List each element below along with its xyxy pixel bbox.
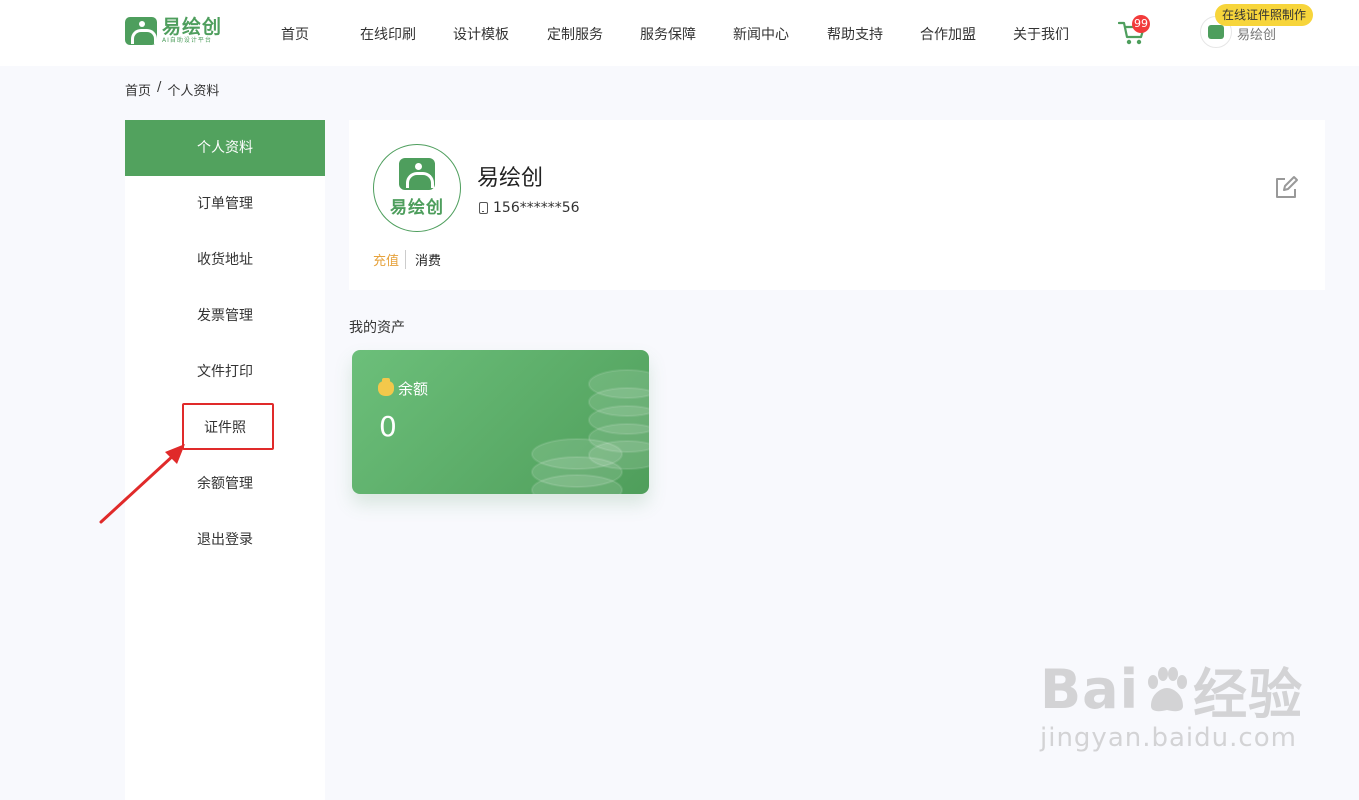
nav-online-print[interactable]: 在线印刷 [360, 24, 416, 44]
profile-card: 易绘创 易绘创 156******56 充值 消费 [349, 120, 1325, 290]
breadcrumb-current: 个人资料 [167, 84, 220, 99]
balance-value: 0 [379, 410, 397, 443]
sidebar-item-invoices[interactable]: 发票管理 [125, 288, 325, 344]
top-header: 易绘创 AI自助设计平台 首页 在线印刷 设计模板 定制服务 服务保障 新闻中心… [0, 0, 1359, 66]
watermark-main: Bai 经验 [1040, 650, 1303, 729]
profile-name: 易绘创 [477, 166, 544, 191]
profile-phone: 156******56 [479, 200, 580, 216]
logo-name: 易绘创 [162, 16, 223, 38]
assets-title: 我的资产 [349, 320, 405, 336]
breadcrumb-home[interactable]: 首页 [125, 80, 151, 99]
breadcrumb-separator: / [157, 80, 162, 95]
breadcrumb: 首页 / 个人资料 [125, 80, 219, 99]
phone-icon [479, 202, 488, 214]
balance-label-text: 余额 [398, 380, 429, 398]
avatar-text: 易绘创 [390, 198, 444, 218]
sidebar-item-orders[interactable]: 订单管理 [125, 176, 325, 232]
balance-card[interactable]: 余额 0 [352, 350, 649, 494]
tab-recharge[interactable]: 充值 [373, 250, 407, 269]
logo-text: 易绘创 AI自助设计平台 [162, 17, 222, 45]
promo-badge[interactable]: 在线证件照制作 [1215, 4, 1314, 26]
nav-help-support[interactable]: 帮助支持 [827, 24, 883, 44]
profile-avatar[interactable]: 易绘创 [373, 144, 461, 232]
balance-label: 余额 [378, 378, 428, 399]
nav-service-guarantee[interactable]: 服务保障 [640, 24, 696, 44]
nav-news-center[interactable]: 新闻中心 [733, 24, 789, 44]
edit-icon[interactable] [1273, 175, 1299, 201]
nav-home[interactable]: 首页 [281, 24, 309, 44]
logo-mark-icon [125, 17, 157, 45]
profile-tabs: 充值 消费 [373, 250, 441, 269]
nav-partnership[interactable]: 合作加盟 [920, 24, 976, 44]
sidebar-item-address[interactable]: 收货地址 [125, 232, 325, 288]
site-logo[interactable]: 易绘创 AI自助设计平台 [125, 17, 222, 45]
baidu-jingyan-watermark: Bai 经验 jingyan.baidu.com [1040, 650, 1303, 753]
cart-count-badge: 99 [1132, 15, 1150, 33]
watermark-url: jingyan.baidu.com [1040, 723, 1297, 753]
money-bag-icon [378, 378, 394, 396]
sidebar-item-profile[interactable]: 个人资料 [125, 120, 325, 176]
paw-icon [1148, 666, 1188, 711]
nav-about-us[interactable]: 关于我们 [1013, 24, 1069, 44]
logo-subtitle: AI自助设计平台 [162, 37, 212, 44]
phone-number: 156******56 [493, 200, 580, 216]
user-name[interactable]: 易绘创 [1237, 24, 1276, 43]
annotation-highlight-box [182, 403, 274, 450]
sidebar-item-file-print[interactable]: 文件打印 [125, 344, 325, 400]
nav-custom-service[interactable]: 定制服务 [547, 24, 603, 44]
tab-consume[interactable]: 消费 [406, 250, 441, 269]
avatar-logo-icon [399, 158, 435, 190]
annotation-arrow-icon [99, 444, 185, 524]
coins-icon [531, 369, 649, 494]
nav-design-templates[interactable]: 设计模板 [453, 24, 509, 44]
watermark-jingyan: 经验 [1193, 663, 1304, 726]
avatar-logo-icon [1208, 25, 1224, 39]
watermark-bai: Bai [1040, 658, 1140, 721]
